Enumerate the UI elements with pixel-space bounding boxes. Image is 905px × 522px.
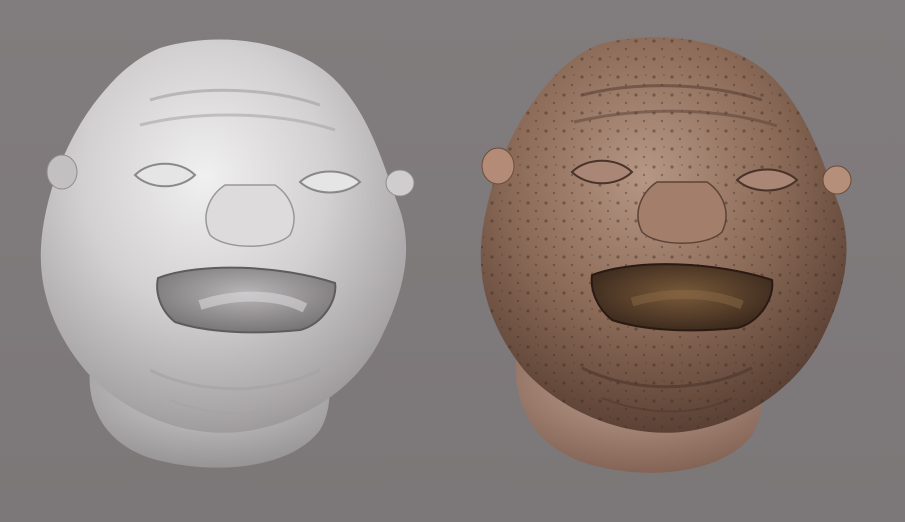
clay-head-render — [0, 0, 452, 522]
clay-head-image — [40, 39, 415, 468]
clay-nose — [205, 184, 295, 247]
textured-head-render — [452, 0, 905, 522]
textured-nose — [637, 181, 727, 244]
render-viewport — [0, 0, 905, 522]
textured-right-ear — [822, 165, 852, 195]
textured-head-image — [480, 37, 852, 473]
textured-left-ear — [481, 147, 515, 185]
clay-right-ear — [385, 169, 415, 197]
clay-left-ear — [46, 154, 78, 190]
